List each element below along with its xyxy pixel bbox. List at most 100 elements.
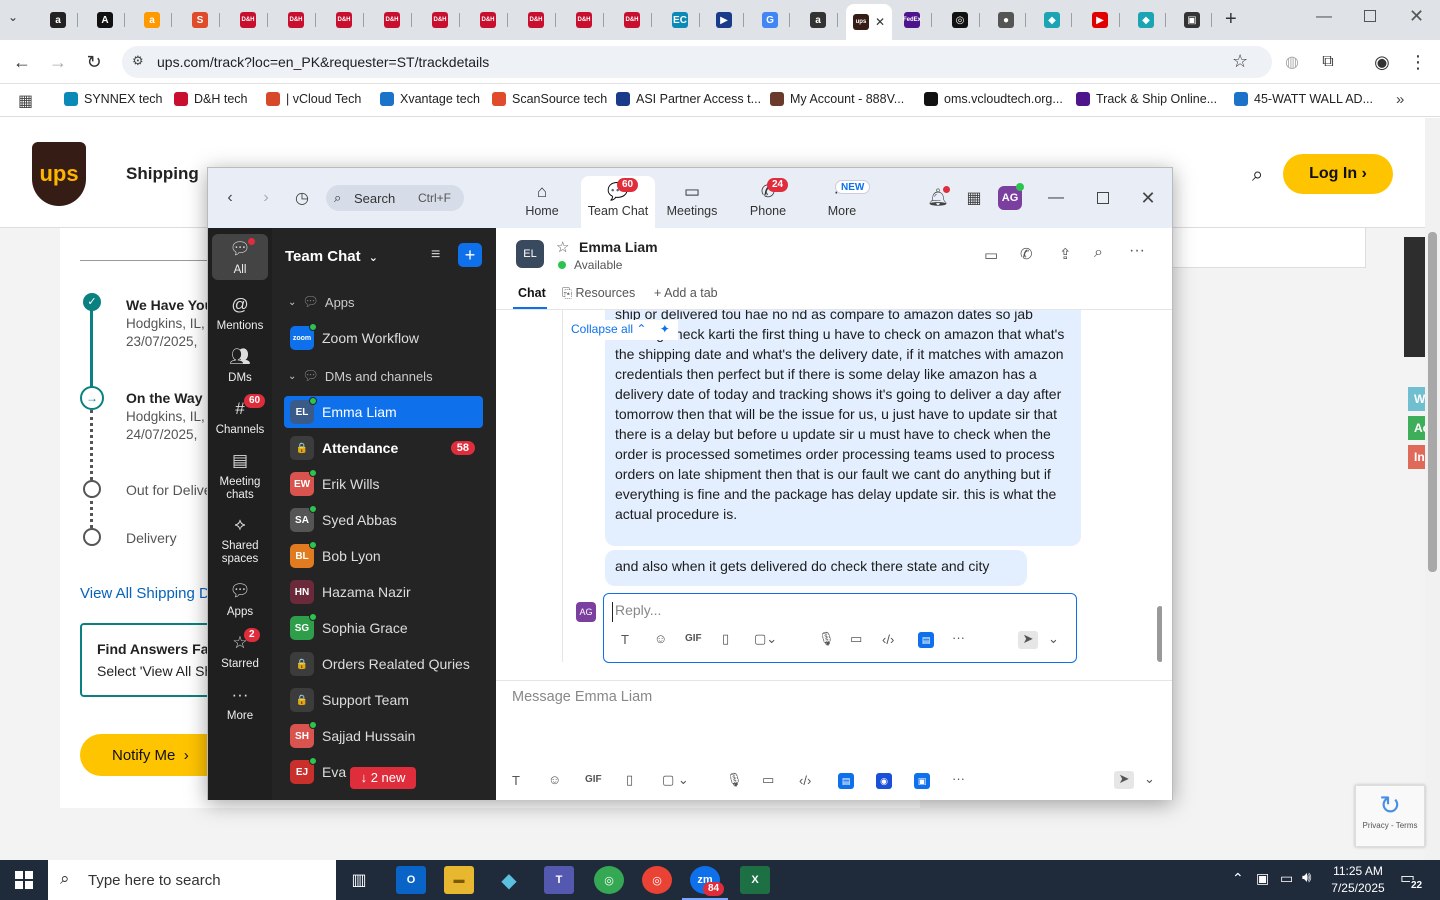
rail-item-channels[interactable]: # Channels 60 — [212, 394, 268, 437]
browser-tab[interactable]: D&H — [372, 6, 412, 34]
rail-item-all[interactable]: 💬︎ All — [212, 234, 268, 280]
close-tab-icon[interactable]: ✕ — [875, 15, 885, 29]
forward-button[interactable]: → — [46, 50, 70, 74]
browser-tab[interactable]: A — [85, 6, 125, 34]
browser-tab[interactable]: S — [180, 6, 220, 34]
app-icon[interactable]: ▤ — [838, 773, 854, 789]
tab-resources[interactable]: ⎘ Resources — [562, 286, 635, 301]
tab-chat[interactable]: Chat — [518, 286, 546, 300]
browser-tab[interactable]: ▶ — [1080, 6, 1120, 34]
app-icon[interactable]: ◉ — [876, 773, 892, 789]
close-window-button[interactable]: ✕ — [1409, 6, 1424, 27]
tab-meetings[interactable]: ▭ Meetings — [655, 176, 729, 228]
video-call-icon[interactable]: ▭ — [984, 246, 998, 264]
app-icon[interactable]: ▣ — [914, 773, 930, 789]
browser-tab[interactable]: D&H — [276, 6, 316, 34]
reply-input[interactable]: Reply... — [612, 602, 1067, 622]
sidebar-item[interactable]: SH Sajjad Hussain — [284, 720, 483, 752]
message-bubble[interactable]: ship or delivered tou hae no nd as compa… — [605, 310, 1081, 546]
new-tab-button[interactable]: + — [1225, 8, 1245, 30]
app-diamond-icon[interactable]: ◆ — [494, 866, 524, 894]
browser-tab[interactable]: D&H — [420, 6, 460, 34]
zoom-search-field[interactable]: ⌕ Search Ctrl+F — [326, 185, 464, 211]
site-info-icon[interactable]: ⚙ — [132, 53, 144, 69]
search-icon[interactable]: ⌕ — [1252, 164, 1263, 187]
browser-tab[interactable]: D&H — [516, 6, 556, 34]
outlook-icon[interactable]: O — [396, 866, 426, 894]
translate-icon[interactable]: ◍ — [1280, 50, 1304, 74]
sidebar-item[interactable]: EW Erik Wills — [284, 468, 483, 500]
sidebar-item[interactable]: SA Syed Abbas — [284, 504, 483, 536]
view-all-shipping-link[interactable]: View All Shipping D — [80, 585, 210, 602]
composer-input[interactable]: Message Emma Liam — [512, 689, 1152, 713]
ups-logo[interactable]: ups — [32, 142, 86, 206]
tab-team-chat[interactable]: 💬 Team Chat 60 — [581, 176, 655, 228]
sidebar-item[interactable]: 🔒 Attendance 58 — [284, 432, 483, 464]
contact-avatar[interactable]: EL — [516, 240, 544, 268]
zoom-back-icon[interactable]: ‹ — [222, 188, 238, 208]
rail-item-starred[interactable]: ☆ Starred 2 — [212, 628, 268, 671]
excel-icon[interactable]: X — [740, 866, 770, 894]
text-format-icon[interactable]: T — [621, 632, 629, 647]
filter-icon[interactable]: ≡ — [431, 246, 440, 264]
sidebar-title[interactable]: Team Chat ⌄ — [285, 248, 378, 265]
rail-item-dms[interactable]: 👥︎ DMs — [212, 342, 268, 385]
tab-add[interactable]: + Add a tab — [654, 286, 718, 300]
bookmark-item[interactable]: D&H tech — [174, 92, 248, 106]
browser-tab[interactable]: D&H — [612, 6, 652, 34]
browser-tab[interactable]: ▣ — [1172, 6, 1212, 34]
browser-tab[interactable]: EC — [660, 6, 700, 34]
message-composer[interactable]: Message Emma Liam T ☺ GIF ▯ ▢ ⌄ 🎙︎ ▭ ‹/›… — [496, 680, 1172, 800]
thread-scrollbar-thumb[interactable] — [1157, 606, 1162, 662]
start-button[interactable] — [0, 860, 48, 900]
nav-shipping[interactable]: Shipping — [126, 164, 199, 184]
sidebar-item[interactable]: 🔒 Support Team — [284, 684, 483, 716]
zoom-forward-icon[interactable]: › — [258, 188, 274, 208]
browser-tab[interactable]: G — [750, 6, 790, 34]
chrome-icon[interactable]: ◎ — [642, 866, 672, 894]
browser-tab[interactable]: ups ✕ — [846, 4, 892, 40]
bookmark-item[interactable]: oms.vcloudtech.org... — [924, 92, 1063, 106]
browser-tab[interactable]: D&H — [324, 6, 364, 34]
code-icon[interactable]: ‹/› — [799, 773, 811, 788]
task-view-icon[interactable]: ▥ — [344, 866, 374, 894]
share-screen-icon[interactable]: ⇪ — [1059, 245, 1072, 263]
browser-tab[interactable]: a — [38, 6, 78, 34]
browser-tab[interactable]: ▶ — [704, 6, 744, 34]
calendar-icon[interactable]: ▦ — [964, 188, 984, 208]
network-icon[interactable]: ▭ — [1280, 870, 1293, 887]
login-button[interactable]: Log In › — [1283, 154, 1393, 194]
rail-item-meeting-chats[interactable]: ▤ Meeting chats — [212, 446, 268, 502]
zoom-minimize-button[interactable]: — — [1048, 188, 1064, 208]
taskbar-search[interactable]: ⌕ Type here to search — [48, 860, 336, 900]
browser-tab[interactable]: ◎ — [940, 6, 980, 34]
chrome-icon[interactable]: ◎ — [594, 866, 624, 894]
file-icon[interactable]: ▯ — [722, 631, 729, 647]
zoom-close-button[interactable]: ✕ — [1140, 188, 1156, 208]
apps-grid-icon[interactable]: ▦ — [18, 91, 33, 111]
minimize-window-button[interactable]: — — [1316, 8, 1332, 26]
back-button[interactable]: ← — [10, 50, 34, 74]
bookmark-item[interactable]: ScanSource tech — [492, 92, 607, 106]
extensions-icon[interactable]: ⧉ — [1316, 50, 1340, 74]
sidebar-item[interactable]: zoom Zoom Workflow — [284, 322, 483, 354]
sidebar-item[interactable]: EL Emma Liam — [284, 396, 483, 428]
contact-name[interactable]: Emma Liam — [579, 239, 658, 255]
bookmark-item[interactable]: | vCloud Tech — [266, 92, 361, 106]
microphone-icon[interactable]: 🎙︎ — [818, 631, 835, 647]
browser-tab[interactable]: ● — [986, 6, 1026, 34]
browser-tab[interactable]: D&H — [228, 6, 268, 34]
send-icon[interactable]: ➤ — [1018, 631, 1038, 649]
profile-icon[interactable]: ◉ — [1370, 50, 1394, 74]
sidebar-item[interactable]: HN Hazama Nazir — [284, 576, 483, 608]
sidebar-item[interactable]: BL Bob Lyon — [284, 540, 483, 572]
emoji-icon[interactable]: ☺ — [654, 631, 667, 646]
reply-box[interactable]: Reply... T ☺ GIF ▯ ▢⌄ 🎙︎ ▭ ‹/› ▤ ··· ➤ ⌄ — [603, 593, 1077, 663]
new-chat-button[interactable]: + — [458, 243, 482, 267]
more-tools-icon[interactable]: ··· — [952, 771, 965, 786]
send-options-chevron-icon[interactable]: ⌄ — [1048, 631, 1059, 647]
tray-app-icon[interactable]: ▣ — [1256, 870, 1269, 887]
restore-window-button[interactable] — [1364, 10, 1376, 22]
zoom-maximize-button[interactable] — [1097, 192, 1109, 204]
browser-tab[interactable]: a — [798, 6, 838, 34]
